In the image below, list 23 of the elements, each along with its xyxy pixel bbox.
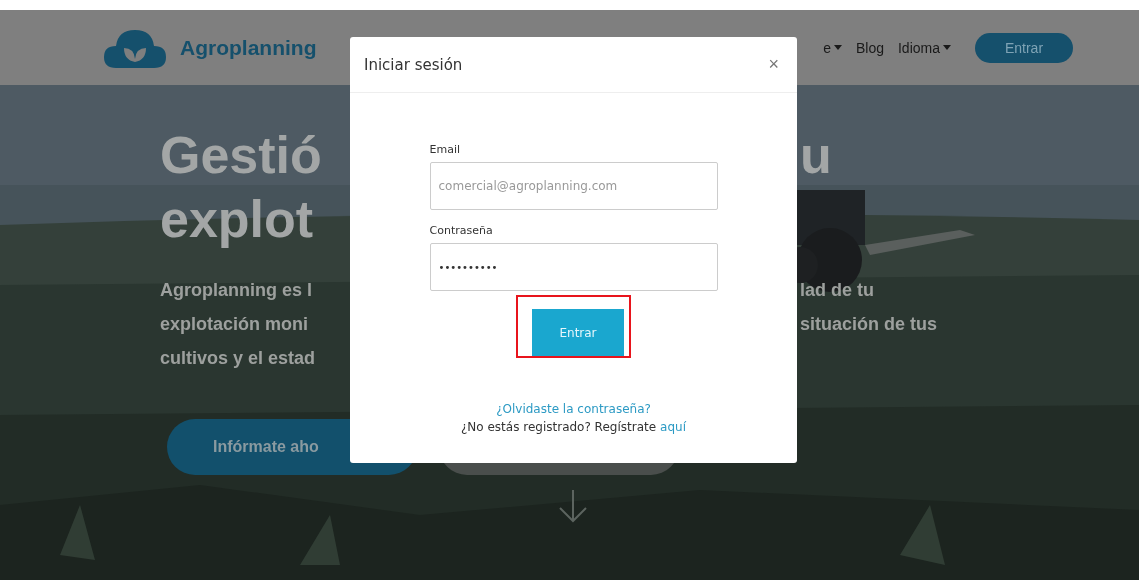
forgot-password-link[interactable]: ¿Olvidaste la contraseña?: [496, 402, 651, 416]
password-field[interactable]: ••••••••••: [429, 243, 718, 291]
submit-button[interactable]: Entrar: [532, 309, 624, 356]
hero-text: Agroplanning es l: [160, 279, 312, 302]
email-field[interactable]: comercial@agroplanning.com: [429, 162, 718, 210]
dialog-title: Iniciar sesión: [364, 55, 463, 74]
register-link[interactable]: aquí: [660, 420, 686, 434]
register-text: ¿No estás registrado? Regístrate: [460, 420, 657, 434]
hero-text: lad de tu: [800, 279, 874, 302]
menu-item[interactable]: Blog: [855, 39, 884, 56]
hero-text: explotación moni: [160, 313, 309, 336]
headline: u: [800, 125, 832, 186]
field-label: Email: [429, 143, 462, 156]
headline: Gestió: [160, 125, 322, 186]
headline: explot: [160, 189, 314, 250]
hero-text: situación de tus: [800, 313, 938, 336]
login-button[interactable]: Entrar: [975, 32, 1073, 63]
brand-name[interactable]: Agroplanning: [180, 35, 317, 60]
field-label: Contraseña: [429, 224, 494, 237]
close-button[interactable]: ×: [764, 54, 783, 75]
hero-text: cultivos y el estad: [160, 347, 316, 370]
menu-item[interactable]: e: [823, 39, 842, 56]
menu-item[interactable]: Idioma: [897, 39, 951, 56]
